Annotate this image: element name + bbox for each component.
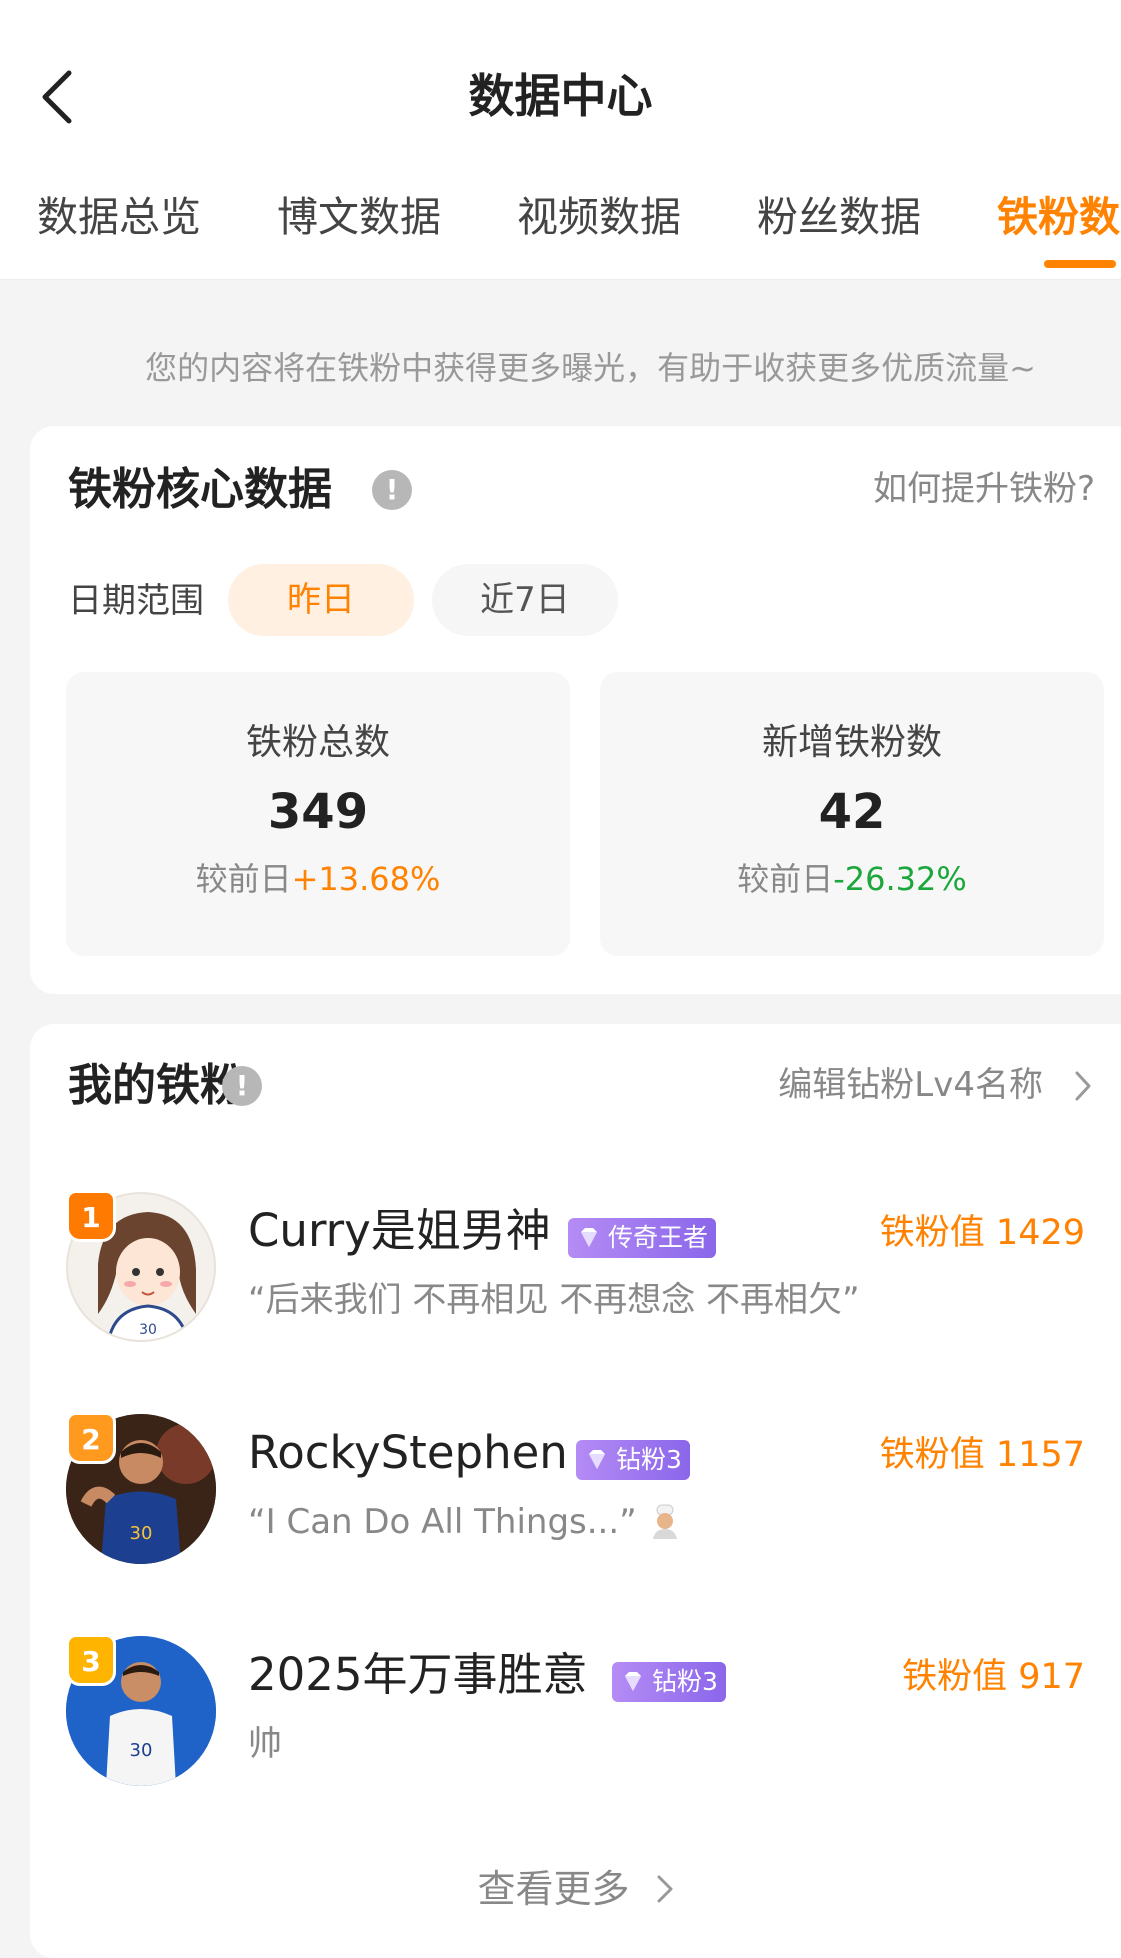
notice-text: 您的内容将在铁粉中获得更多曝光，有助于收获更多优质流量~	[145, 349, 1036, 387]
my-fans-card: 我的铁粉 ! 编辑钻粉Lv4名称 30 1 Curry是姐男神 传奇王者 铁粉值…	[30, 1024, 1121, 1958]
fan-quote: “后来我们 不再相见 不再想念 不再相欠”	[248, 1280, 860, 1320]
edit-lv4-name-link[interactable]: 编辑钻粉Lv4名称	[778, 1062, 1043, 1108]
rank-badge: 2	[66, 1412, 116, 1464]
core-data-title: 铁粉核心数据	[68, 464, 332, 515]
my-fans-title: 我的铁粉	[68, 1060, 244, 1111]
info-icon[interactable]: !	[222, 1066, 262, 1106]
fan-quote: “I Can Do All Things...”	[248, 1498, 683, 1546]
tier-badge: 钻粉3	[576, 1440, 690, 1480]
stat-change: 较前日+13.68%	[66, 856, 570, 902]
stat-label: 新增铁粉数	[761, 722, 942, 763]
fan-name: 2025年万事胜意	[248, 1648, 588, 1701]
tab-overview[interactable]: 数据总览	[37, 185, 201, 249]
date-option-7days[interactable]: 近7日	[432, 564, 618, 636]
chevron-right-icon	[657, 1875, 673, 1903]
date-range-label: 日期范围	[68, 581, 204, 621]
tab-video-data[interactable]: 视频数据	[517, 185, 681, 249]
fan-value: 铁粉值 1429	[879, 1213, 1085, 1253]
diamond-icon	[589, 1450, 605, 1469]
fan-item[interactable]: 30 1 Curry是姐男神 传奇王者 铁粉值 1429 “后来我们 不再相见 …	[30, 1190, 1121, 1350]
tier-badge: 钻粉3	[612, 1662, 726, 1702]
fan-item[interactable]: 30 3 2025年万事胜意 钻粉3 铁粉值 917 帅	[30, 1634, 1121, 1794]
chevron-right-icon	[1075, 1071, 1091, 1101]
diamond-icon	[581, 1228, 597, 1247]
view-more-button[interactable]: 查看更多	[30, 1862, 1121, 1916]
svg-text:30: 30	[139, 1322, 157, 1338]
active-tab-indicator	[1044, 260, 1116, 268]
chef-emoji-icon	[652, 1504, 677, 1539]
tier-badge: 传奇王者	[568, 1218, 717, 1258]
tier-badge-label: 钻粉3	[652, 1667, 718, 1696]
stat-value: 42	[818, 784, 886, 840]
tab-iron-fans[interactable]: 铁粉数	[997, 185, 1120, 249]
date-option-yesterday[interactable]: 昨日	[228, 564, 414, 636]
stat-value: 349	[267, 784, 369, 840]
page-title: 数据中心	[468, 69, 653, 123]
rank-badge: 1	[66, 1190, 116, 1242]
tier-badge-label: 钻粉3	[616, 1445, 682, 1474]
tab-fans-data[interactable]: 粉丝数据	[757, 185, 921, 249]
fan-value: 铁粉值 1157	[879, 1435, 1085, 1475]
rank-badge: 3	[66, 1634, 116, 1686]
tab-bar: 数据总览 博文数据 视频数据 粉丝数据 铁粉数	[0, 185, 1121, 255]
change-prefix: 较前日	[195, 860, 292, 898]
change-value: +13.68%	[291, 860, 441, 898]
core-data-card: 铁粉核心数据 ! 如何提升铁粉? 日期范围 昨日 近7日 铁粉总数 349 较前…	[30, 426, 1121, 994]
diamond-icon	[625, 1672, 641, 1691]
fan-item[interactable]: 30 2 RockyStephen 钻粉3 铁粉值 1157 “I Can Do…	[30, 1412, 1121, 1572]
total-fans-stat: 铁粉总数 349 较前日+13.68%	[66, 672, 570, 956]
change-value: -26.32%	[833, 860, 967, 898]
fan-name: RockyStephen	[248, 1426, 568, 1479]
view-more-label: 查看更多	[477, 1867, 630, 1911]
quote-text: “I Can Do All Things...”	[248, 1502, 637, 1542]
fan-value: 铁粉值 917	[902, 1657, 1085, 1697]
change-prefix: 较前日	[737, 860, 834, 898]
svg-text:30: 30	[130, 1740, 153, 1761]
stat-change: 较前日-26.32%	[600, 856, 1104, 902]
svg-text:30: 30	[130, 1523, 153, 1544]
tab-post-data[interactable]: 博文数据	[277, 185, 441, 249]
fan-quote: 帅	[248, 1724, 282, 1764]
stat-label: 铁粉总数	[245, 722, 390, 763]
info-icon[interactable]: !	[372, 470, 412, 510]
tier-badge-label: 传奇王者	[608, 1223, 709, 1252]
top-bar: 数据中心 数据总览 博文数据 视频数据 粉丝数据 铁粉数	[0, 0, 1121, 280]
fan-name: Curry是姐男神	[248, 1204, 551, 1257]
how-to-improve-link[interactable]: 如何提升铁粉?	[873, 466, 1095, 512]
new-fans-stat: 新增铁粉数 42 较前日-26.32%	[600, 672, 1104, 956]
